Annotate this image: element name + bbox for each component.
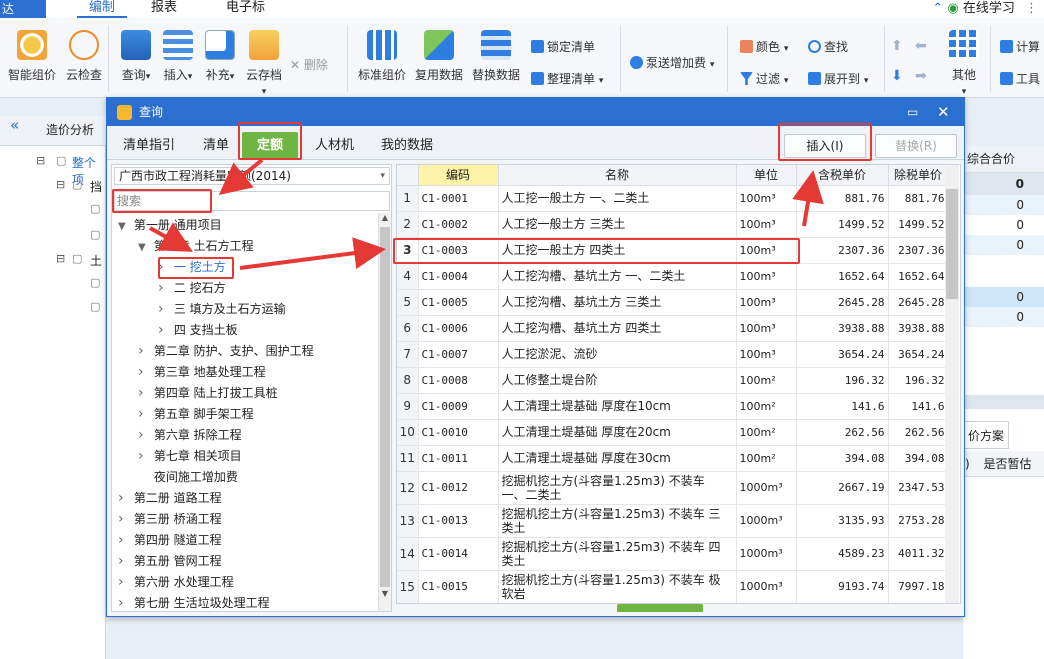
arrow-to-chapter — [149, 222, 193, 252]
arrow-to-search — [218, 158, 264, 196]
arrow-to-row — [239, 237, 386, 270]
annotation-arrows — [149, 158, 824, 270]
arrow-to-insert — [792, 170, 824, 227]
